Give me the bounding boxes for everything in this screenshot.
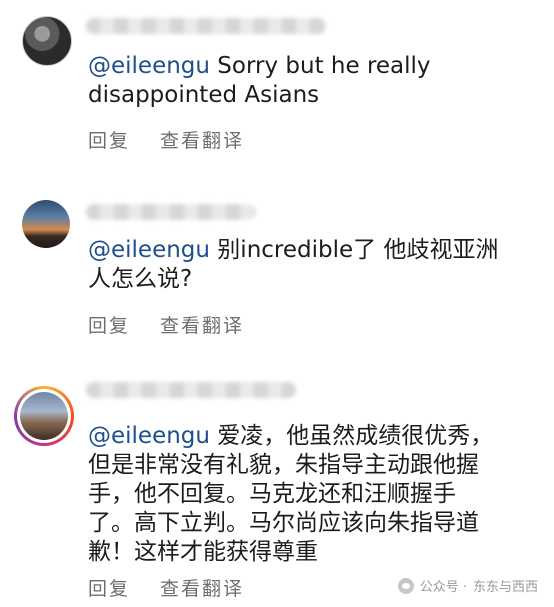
comment-line: 手，他不回复。马克龙还和汪顺握手: [88, 481, 456, 507]
comment-line: 人怎么说?: [88, 266, 193, 292]
blurred-username: [86, 18, 326, 34]
comment-line: disappointed Asians: [88, 82, 320, 108]
mention-link[interactable]: @eileengu: [88, 423, 210, 449]
comment-line: 了。高下立判。马尔尚应该向朱指导道: [88, 510, 479, 536]
watermark-account: 东东与西西: [472, 580, 538, 595]
blurred-username: [86, 382, 296, 398]
reply-button[interactable]: 回复: [88, 578, 130, 600]
comment-actions: 回复 查看翻译: [88, 126, 274, 153]
blurred-username: [86, 204, 256, 220]
watermark: 公众号 · 东东与西西: [397, 576, 538, 595]
avatar-story-ring[interactable]: [14, 386, 74, 446]
comment-actions: 回复 查看翻译: [88, 311, 274, 338]
avatar[interactable]: [22, 16, 72, 66]
comment-line: Sorry but he really: [210, 53, 431, 79]
avatar[interactable]: [22, 200, 70, 248]
reply-button[interactable]: 回复: [88, 130, 130, 152]
comment-line: 歉！这样才能获得尊重: [88, 539, 318, 565]
comment-text: @eileengu 爱凌，他虽然成绩很优秀， 但是非常没有礼貌，朱指导主动跟他握…: [88, 422, 530, 567]
mention-link[interactable]: @eileengu: [88, 237, 210, 263]
comment-text: @eileengu 别incredible了 他歧视亚洲 人怎么说?: [88, 236, 530, 294]
watermark-prefix: 公众号 ·: [419, 580, 467, 595]
reply-button[interactable]: 回复: [88, 315, 130, 337]
mention-link[interactable]: @eileengu: [88, 53, 210, 79]
wechat-icon: [397, 577, 414, 594]
comment-line: 爱凌，他虽然成绩很优秀，: [210, 423, 494, 449]
avatar: [20, 392, 68, 440]
translate-button[interactable]: 查看翻译: [160, 130, 244, 152]
comment-text: @eileengu Sorry but he really disappoint…: [88, 52, 530, 110]
comment-actions: 回复 查看翻译: [88, 574, 274, 601]
translate-button[interactable]: 查看翻译: [160, 578, 244, 600]
comment-line: 但是非常没有礼貌，朱指导主动跟他握: [88, 452, 479, 478]
comment-line: 别incredible了 他歧视亚洲: [210, 237, 499, 263]
translate-button[interactable]: 查看翻译: [160, 315, 244, 337]
